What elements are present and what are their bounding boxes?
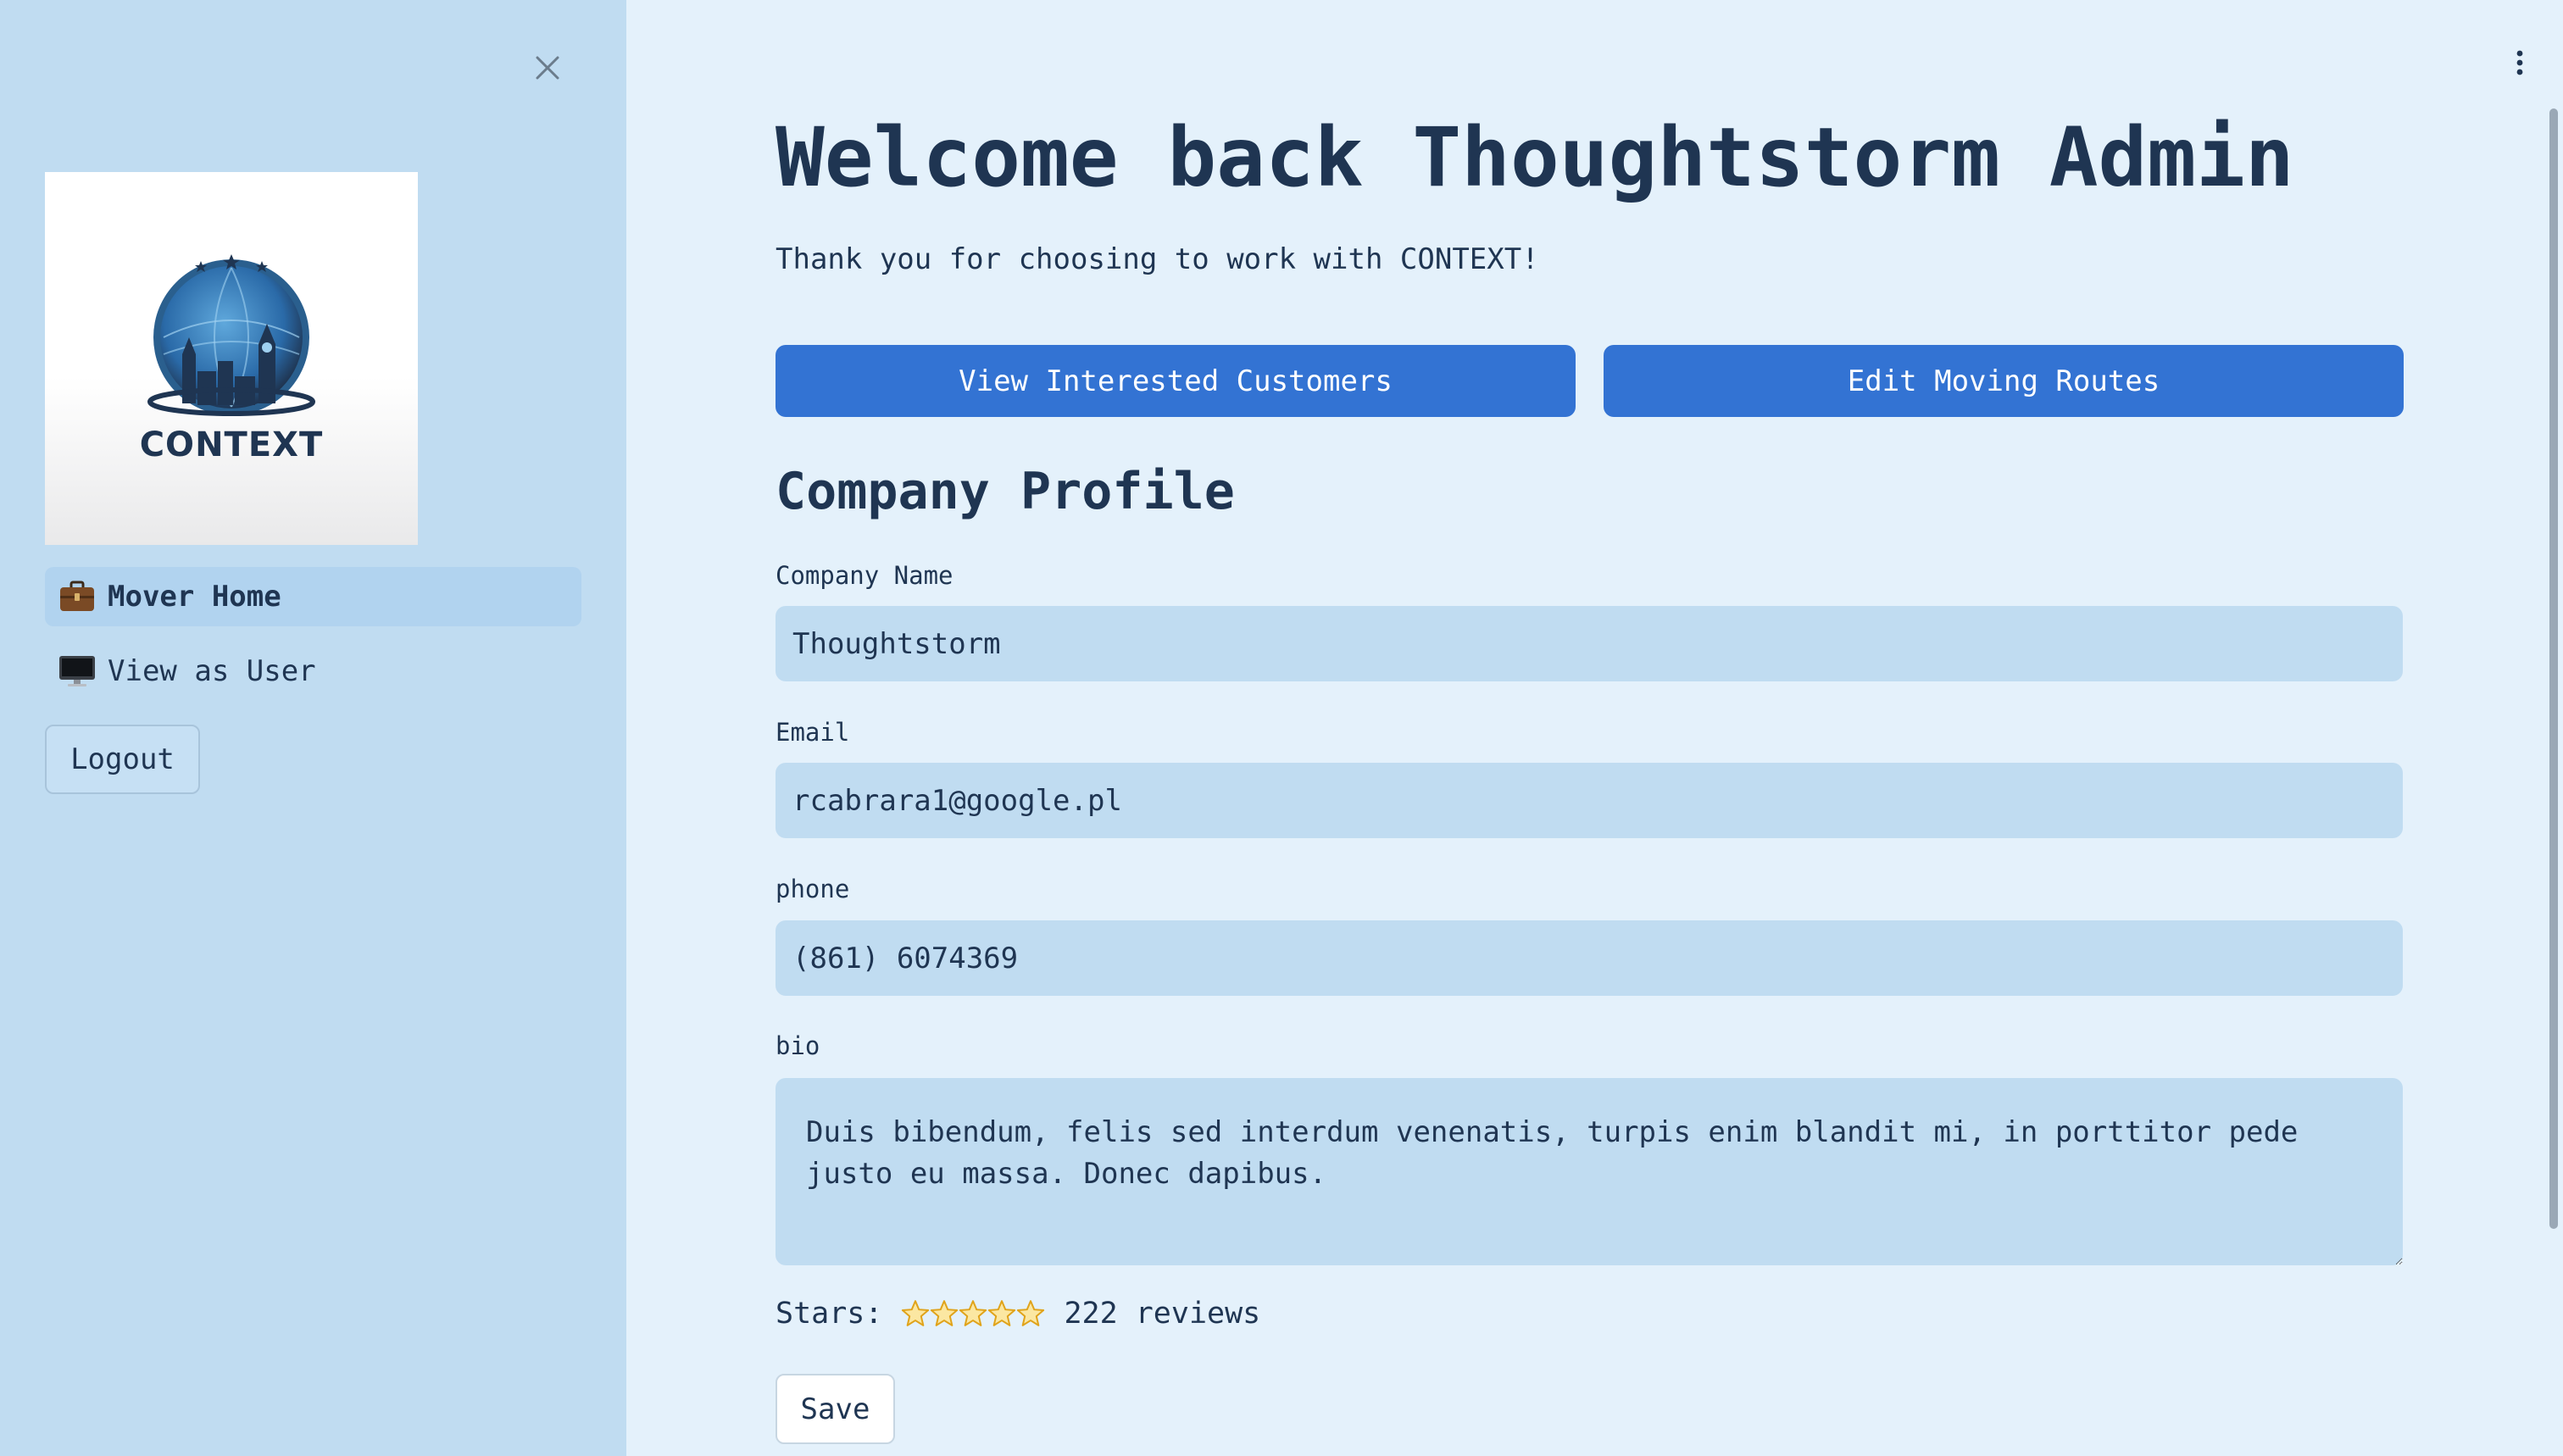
email-label: Email bbox=[776, 718, 850, 747]
phone-field[interactable] bbox=[776, 920, 2403, 996]
sidebar-item-label: Mover Home bbox=[108, 580, 281, 614]
phone-label: phone bbox=[776, 875, 850, 903]
sidebar-item-label: View as User bbox=[108, 654, 316, 688]
email-field[interactable] bbox=[776, 763, 2403, 838]
section-title: Company Profile bbox=[776, 462, 1235, 521]
scrollbar[interactable] bbox=[2549, 108, 2558, 1229]
star-icon bbox=[1017, 1300, 1045, 1326]
close-icon bbox=[536, 56, 559, 80]
star-icon bbox=[988, 1300, 1016, 1326]
logo-wordmark: CONTEXT bbox=[139, 425, 324, 464]
save-button[interactable]: Save bbox=[776, 1374, 895, 1444]
more-vertical-icon bbox=[2516, 50, 2523, 75]
app-root: CONTEXT Mover Home View as User Logout W… bbox=[0, 0, 2563, 1456]
reviews-count: 222 reviews bbox=[1064, 1297, 1261, 1331]
view-interested-customers-button[interactable]: View Interested Customers bbox=[776, 345, 1576, 417]
logout-button[interactable]: Logout bbox=[45, 725, 200, 794]
briefcase-icon bbox=[58, 578, 96, 615]
sidebar-item-mover-home[interactable]: Mover Home bbox=[45, 567, 581, 626]
page-title: Welcome back Thoughtstorm Admin bbox=[776, 110, 2294, 205]
globe-city-emblem-icon bbox=[147, 254, 315, 416]
star-rating bbox=[901, 1299, 1045, 1328]
sidebar-item-view-as-user[interactable]: View as User bbox=[45, 642, 581, 701]
sidebar: CONTEXT Mover Home View as User Logout bbox=[0, 0, 626, 1456]
page-subtitle: Thank you for choosing to work with CONT… bbox=[776, 242, 1539, 276]
bio-field[interactable]: Duis bibendum, felis sed interdum venena… bbox=[776, 1078, 2403, 1265]
company-name-field[interactable] bbox=[776, 606, 2403, 681]
company-logo: CONTEXT bbox=[45, 172, 418, 545]
star-icon bbox=[931, 1300, 959, 1326]
bio-label: bio bbox=[776, 1031, 820, 1060]
monitor-icon bbox=[58, 653, 96, 690]
company-name-label: Company Name bbox=[776, 561, 953, 590]
stars-label: Stars: bbox=[776, 1297, 883, 1331]
edit-moving-routes-button[interactable]: Edit Moving Routes bbox=[1604, 345, 2404, 417]
star-icon bbox=[902, 1300, 930, 1326]
close-sidebar-button[interactable] bbox=[527, 47, 568, 88]
more-options-button[interactable] bbox=[2507, 44, 2532, 81]
main-content: Welcome back Thoughtstorm Admin Thank yo… bbox=[626, 0, 2563, 1456]
rating-row: Stars: 222 reviews bbox=[776, 1297, 1260, 1331]
star-icon bbox=[959, 1300, 987, 1326]
